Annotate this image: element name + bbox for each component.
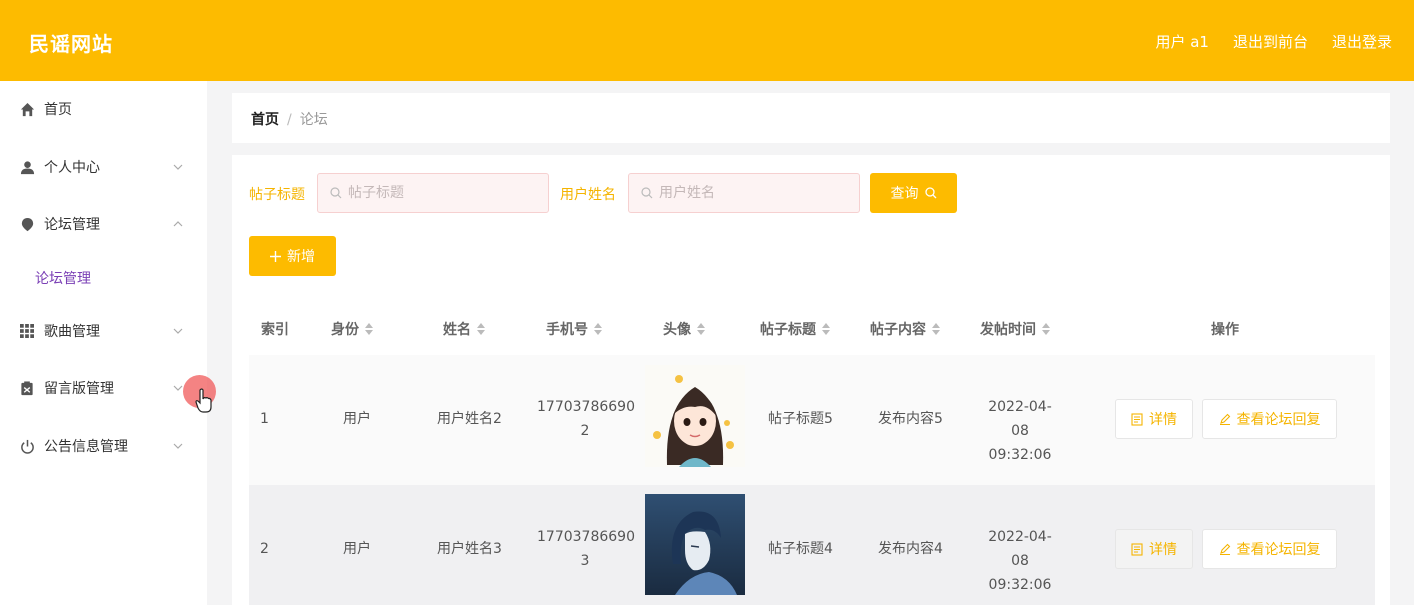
cell-post-time: 2022-04-08 09:32:06 bbox=[988, 529, 1052, 593]
search-icon bbox=[330, 187, 342, 199]
breadcrumb-separator: / bbox=[287, 112, 292, 128]
name-filter-label: 用户姓名 bbox=[560, 187, 616, 203]
sort-icon[interactable] bbox=[1042, 323, 1050, 335]
cell-phone: 17703786690 2 bbox=[537, 399, 635, 439]
cell-index: 1 bbox=[260, 411, 269, 427]
chevron-up-icon bbox=[173, 221, 183, 227]
sidebar-item-songs[interactable]: 歌曲管理 bbox=[0, 311, 207, 351]
home-icon bbox=[19, 101, 35, 117]
cell-post-content: 发布内容5 bbox=[878, 411, 943, 427]
sidebar-item-label: 首页 bbox=[44, 102, 72, 118]
search-icon bbox=[641, 187, 653, 199]
sidebar-item-label: 公告信息管理 bbox=[44, 439, 128, 455]
header-actions: 用户 a1 退出到前台 退出登录 bbox=[1155, 31, 1392, 52]
cell-post-title: 帖子标题5 bbox=[768, 411, 833, 427]
document-icon bbox=[1131, 412, 1143, 426]
view-replies-button-label: 查看论坛回复 bbox=[1236, 542, 1321, 558]
sort-icon[interactable] bbox=[477, 323, 485, 335]
column-header-post-content[interactable]: 帖子内容 bbox=[870, 319, 940, 339]
view-replies-button[interactable]: 查看论坛回复 bbox=[1202, 399, 1337, 439]
detail-button[interactable]: 详情 bbox=[1115, 529, 1193, 569]
sidebar-item-label: 留言版管理 bbox=[44, 381, 114, 397]
name-search-field[interactable] bbox=[628, 173, 860, 213]
clipboard-icon bbox=[19, 380, 35, 396]
view-replies-button[interactable]: 查看论坛回复 bbox=[1202, 529, 1337, 569]
column-header-post-title[interactable]: 帖子标题 bbox=[760, 319, 830, 339]
column-header-phone[interactable]: 手机号 bbox=[546, 319, 602, 339]
column-header-identity[interactable]: 身份 bbox=[331, 319, 373, 339]
logout-link[interactable]: 退出登录 bbox=[1332, 31, 1392, 52]
sidebar-item-guestbook[interactable]: 留言版管理 bbox=[0, 368, 207, 408]
grid-icon bbox=[19, 323, 35, 339]
chevron-down-icon bbox=[173, 328, 183, 334]
cell-name: 用户姓名3 bbox=[437, 541, 502, 557]
view-replies-button-label: 查看论坛回复 bbox=[1236, 412, 1321, 428]
add-button[interactable]: 新增 bbox=[249, 236, 336, 276]
breadcrumb-current: 论坛 bbox=[299, 112, 328, 128]
document-icon bbox=[1131, 542, 1143, 556]
sidebar-item-label: 论坛管理 bbox=[44, 217, 100, 233]
sort-icon[interactable] bbox=[697, 323, 705, 335]
edit-icon bbox=[1219, 413, 1230, 425]
sidebar-item-personal-center[interactable]: 个人中心 bbox=[0, 147, 207, 187]
avatar bbox=[645, 365, 745, 467]
column-header-index: 索引 bbox=[261, 322, 289, 338]
goto-front-link[interactable]: 退出到前台 bbox=[1233, 31, 1308, 52]
name-search-input[interactable] bbox=[659, 185, 839, 201]
chevron-down-icon bbox=[173, 443, 183, 449]
plus-icon bbox=[270, 250, 281, 262]
column-header-post-time[interactable]: 发帖时间 bbox=[980, 319, 1050, 339]
cell-post-time: 2022-04-08 09:32:06 bbox=[988, 399, 1052, 463]
column-header-actions: 操作 bbox=[1211, 322, 1239, 338]
current-user-label: 用户 a1 bbox=[1155, 33, 1209, 51]
breadcrumb: 首页 / 论坛 bbox=[251, 109, 328, 129]
sidebar-item-label: 个人中心 bbox=[44, 160, 100, 176]
site-brand[interactable]: 民谣网站 bbox=[29, 28, 113, 57]
sort-icon[interactable] bbox=[932, 323, 940, 335]
sort-icon[interactable] bbox=[822, 323, 830, 335]
avatar bbox=[645, 494, 745, 595]
detail-button-label: 详情 bbox=[1149, 412, 1177, 428]
sidebar-item-home[interactable]: 首页 bbox=[0, 89, 207, 129]
chevron-down-icon bbox=[173, 164, 183, 170]
column-header-name[interactable]: 姓名 bbox=[443, 319, 485, 339]
search-icon bbox=[924, 187, 936, 199]
column-header-avatar[interactable]: 头像 bbox=[663, 319, 705, 339]
cell-identity: 用户 bbox=[343, 411, 371, 427]
query-button[interactable]: 查询 bbox=[870, 173, 957, 213]
sidebar-item-label: 歌曲管理 bbox=[44, 324, 100, 340]
sort-icon[interactable] bbox=[594, 323, 602, 335]
cell-phone: 17703786690 3 bbox=[537, 529, 635, 569]
cell-name: 用户姓名2 bbox=[437, 411, 502, 427]
title-search-input[interactable] bbox=[348, 185, 528, 201]
table-row: 1 用户 用户姓名2 17703786690 2 帖子标题5 发布内容5 2022… bbox=[249, 355, 1375, 485]
detail-button[interactable]: 详情 bbox=[1115, 399, 1193, 439]
sort-icon[interactable] bbox=[365, 323, 373, 335]
table-row: 2 用户 用户姓名3 17703786690 3 帖子标题4 发布内容4 2022… bbox=[249, 485, 1375, 605]
user-icon bbox=[19, 159, 35, 175]
chevron-down-icon bbox=[173, 385, 183, 391]
sidebar-item-announcements[interactable]: 公告信息管理 bbox=[0, 426, 207, 466]
power-icon bbox=[19, 438, 35, 454]
add-button-label: 新增 bbox=[287, 249, 315, 265]
breadcrumb-panel: 首页 / 论坛 bbox=[232, 93, 1390, 143]
hand-cursor-icon bbox=[195, 388, 212, 413]
query-button-label: 查询 bbox=[890, 186, 919, 202]
cell-post-content: 发布内容4 bbox=[878, 541, 943, 557]
cell-index: 2 bbox=[260, 541, 269, 557]
breadcrumb-home[interactable]: 首页 bbox=[251, 112, 279, 128]
table-header: 索引 身份 姓名 手机号 头像 帖子标题 帖子内容 发帖时间 操作 bbox=[249, 306, 1375, 351]
edit-icon bbox=[1219, 543, 1230, 555]
top-header: 民谣网站 用户 a1 退出到前台 退出登录 bbox=[0, 0, 1414, 81]
location-icon bbox=[19, 216, 35, 232]
title-search-field[interactable] bbox=[317, 173, 549, 213]
detail-button-label: 详情 bbox=[1149, 542, 1177, 558]
cell-identity: 用户 bbox=[343, 541, 371, 557]
title-filter-label: 帖子标题 bbox=[249, 187, 305, 203]
sidebar-item-forum[interactable]: 论坛管理 bbox=[0, 204, 207, 244]
cell-post-title: 帖子标题4 bbox=[768, 541, 833, 557]
sidebar-subitem-forum-management[interactable]: 论坛管理 bbox=[35, 268, 91, 288]
